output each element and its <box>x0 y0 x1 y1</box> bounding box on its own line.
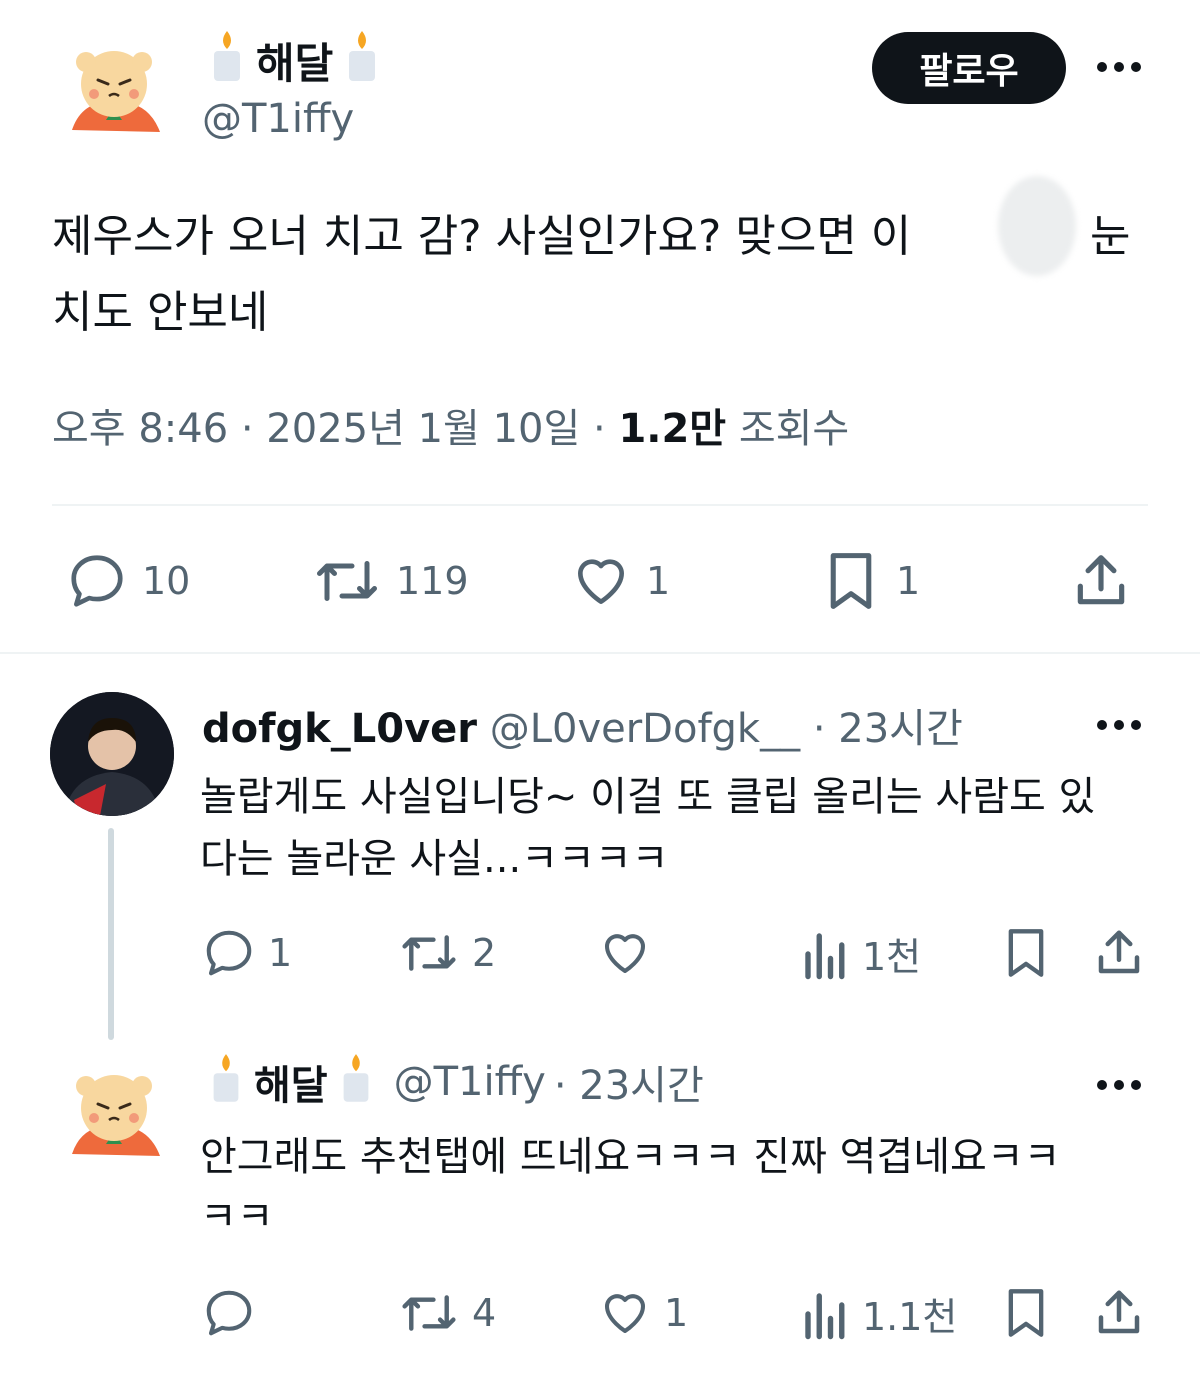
views-count: 1.1천 <box>862 1295 958 1339</box>
heart-icon <box>604 934 646 974</box>
tweet-meta: 오후 8:46 · 2025년 1월 10일 · 1.2만 조회수 <box>52 396 849 454</box>
views-count: 1천 <box>862 935 922 979</box>
candle-icon <box>341 27 383 93</box>
analytics-icon <box>805 1292 845 1339</box>
bookmark-button[interactable]: 1 <box>820 548 920 614</box>
more-options-icon[interactable] <box>1096 714 1142 740</box>
like-count: 1 <box>664 1291 689 1335</box>
bookmark-button[interactable] <box>1000 924 1052 986</box>
like-count: 1 <box>646 559 671 603</box>
views-button[interactable]: 1.1천 <box>802 1286 957 1341</box>
heart-icon <box>578 559 624 604</box>
reply1-time[interactable]: · 23시간 <box>813 706 963 752</box>
reply2-author-name[interactable]: 해달 <box>254 1053 328 1111</box>
tweet-date[interactable]: 2025년 1월 10일 <box>266 406 580 452</box>
views-label: 조회수 <box>738 406 850 452</box>
bookmark-button[interactable] <box>1000 1284 1052 1346</box>
bookmark-icon <box>1008 1289 1044 1337</box>
like-button[interactable]: 1 <box>598 1286 688 1340</box>
reply-count: 10 <box>142 559 191 603</box>
person-avatar-icon <box>50 692 174 816</box>
reply1-text-line2: 다는 놀라운 사실...ㅋㅋㅋㅋ <box>200 836 669 882</box>
reply-icon <box>206 930 252 976</box>
share-button[interactable] <box>1070 550 1132 616</box>
divider <box>0 652 1200 654</box>
author-name: 해달 <box>256 38 334 88</box>
bookmark-count: 1 <box>896 559 921 603</box>
retweet-button[interactable]: 2 <box>398 926 496 980</box>
retweet-button[interactable]: 119 <box>312 550 469 612</box>
reply2-author-handle[interactable]: @T1iffy <box>394 1059 546 1105</box>
reply-button[interactable]: 1 <box>202 926 292 980</box>
main-author-name-row[interactable]: 해달 <box>206 30 383 90</box>
separator: · <box>593 406 606 452</box>
reply2-text-line1: 안그래도 추천탭에 뜨네요ㅋㅋㅋ 진짜 역겹네요ㅋㅋ <box>200 1134 1061 1180</box>
follow-button[interactable]: 팔로우 <box>872 32 1066 104</box>
separator: · <box>240 406 254 452</box>
views-count: 1.2만 <box>618 406 727 452</box>
reply2-text-line2: ㅋㅋ <box>200 1194 274 1240</box>
retweet-icon <box>317 561 377 601</box>
retweet-count: 2 <box>472 931 497 975</box>
share-button[interactable] <box>1092 926 1146 984</box>
analytics-icon <box>805 932 845 979</box>
main-tweet-avatar[interactable] <box>62 42 166 146</box>
thread-line <box>108 828 114 1040</box>
candle-icon <box>206 27 248 93</box>
share-icon <box>1098 930 1140 974</box>
reply1-author-handle[interactable]: @L0verDofgk__ <box>490 706 800 752</box>
reply1-avatar[interactable] <box>50 692 174 816</box>
more-options-icon[interactable] <box>1096 56 1142 82</box>
bear-avatar-icon <box>72 51 160 132</box>
bookmark-icon <box>830 553 872 609</box>
tweet-text-line1: 제우스가 오너 치고 감? 사실인가요? 맞으면 이 <box>52 200 911 264</box>
follow-label: 팔로우 <box>919 51 1019 92</box>
tweet-text-part: 제우스가 오너 치고 감? 사실인가요? 맞으면 이 <box>52 211 912 262</box>
like-button[interactable]: 1 <box>570 550 670 612</box>
reply1-header: dofgk_L0ver @L0verDofgk__ · 23시간 <box>202 696 963 754</box>
reply1-text-line1: 놀랍게도 사실입니당~ 이걸 또 클립 올리는 사람도 있 <box>200 774 1096 820</box>
heart-icon <box>604 1294 646 1334</box>
bookmark-icon <box>1008 929 1044 977</box>
more-options-icon[interactable] <box>1096 1074 1142 1100</box>
reply2-header: 해달 @T1iffy · 23시간 <box>206 1052 704 1112</box>
reply-count: 1 <box>268 931 293 975</box>
blur-redaction <box>998 176 1076 276</box>
tweet-text-line1-end: 눈 <box>1090 211 1131 262</box>
divider <box>52 504 1148 506</box>
candle-icon <box>206 1050 246 1114</box>
retweet-count: 4 <box>472 1291 497 1335</box>
retweet-icon <box>402 935 456 971</box>
reply-button[interactable] <box>202 1286 268 1340</box>
author-handle[interactable]: @T1iffy <box>202 96 354 142</box>
reply2-avatar[interactable] <box>62 1066 166 1170</box>
tweet-text-line2: 치도 안보네 <box>52 287 269 338</box>
like-button[interactable] <box>598 926 664 980</box>
views-button[interactable]: 1천 <box>802 926 921 981</box>
share-icon <box>1098 1290 1140 1334</box>
tweet-time[interactable]: 오후 8:46 <box>52 406 228 452</box>
bear-avatar-icon <box>72 1075 160 1156</box>
share-icon <box>1077 555 1125 605</box>
reply2-time[interactable]: · 23시간 <box>554 1053 704 1111</box>
retweet-icon <box>402 1295 456 1331</box>
reply1-author-name[interactable]: dofgk_L0ver <box>202 706 477 752</box>
retweet-count: 119 <box>396 559 469 603</box>
retweet-button[interactable]: 4 <box>398 1286 496 1340</box>
candle-icon <box>336 1050 376 1114</box>
reply-icon <box>206 1290 252 1336</box>
reply-button[interactable]: 10 <box>66 550 190 612</box>
share-button[interactable] <box>1092 1286 1146 1344</box>
reply-icon <box>71 555 123 607</box>
